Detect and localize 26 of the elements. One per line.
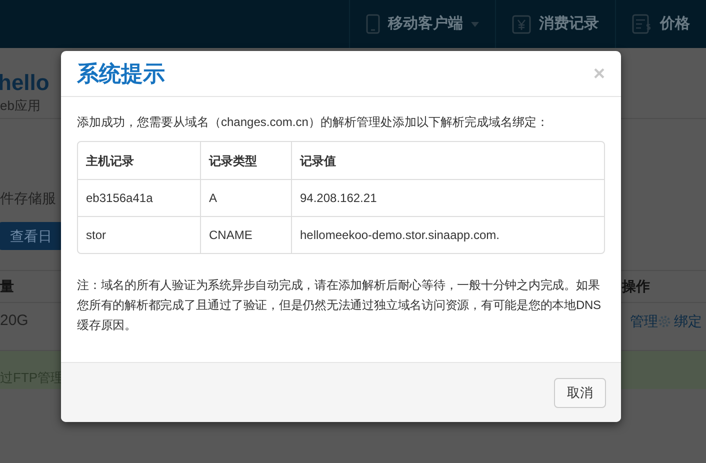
column-header: 量: [0, 277, 14, 296]
caret-icon: [471, 22, 479, 26]
table-cell: 94.208.162.21: [291, 180, 604, 216]
table-cell: A: [200, 180, 291, 216]
column-header: 操作: [622, 277, 651, 296]
column-header: 主机记录: [85, 152, 135, 170]
table-cell-text: stor: [85, 227, 108, 244]
column-header: 记录类型: [200, 142, 291, 179]
note-text: 注：域名的所有人验证为系统异步自动完成，请在添加解析后耐心等待，一般十分钟之内完成。如果您所有的解析都完成了且通过了验证，但是仍然无法通过独立域名访问资源，有可能是您的本地DNS缓存原因。: [77, 277, 602, 334]
table-cell-text: eb3156a41a: [85, 190, 154, 207]
table-cell: hellomeekoo-demo.stor.sinaapp.com.: [291, 217, 604, 253]
nav-link[interactable]: 移动客户端: [388, 12, 463, 36]
nav-link[interactable]: 消费记录: [539, 12, 599, 36]
view-log-button[interactable]: 查看日: [0, 222, 64, 250]
gear-icon: [658, 315, 671, 328]
nav-link[interactable]: 价格: [660, 12, 690, 36]
dialog-title: 系统提示: [77, 60, 165, 88]
phone-icon: [366, 14, 380, 34]
intro-text: 添加成功，您需要从域名（changes.com.cn）的解析管理处添加以下解析完成域名绑定：: [77, 114, 550, 131]
column-header: 记录值: [291, 142, 604, 179]
cancel-button[interactable]: 取消: [554, 378, 606, 408]
bind-link[interactable]: 绑定: [674, 311, 702, 332]
manage-link[interactable]: 管理: [630, 311, 658, 332]
table-cell: CNAME: [200, 217, 291, 253]
price-list-icon: [632, 14, 652, 34]
yen-icon: [512, 14, 531, 34]
